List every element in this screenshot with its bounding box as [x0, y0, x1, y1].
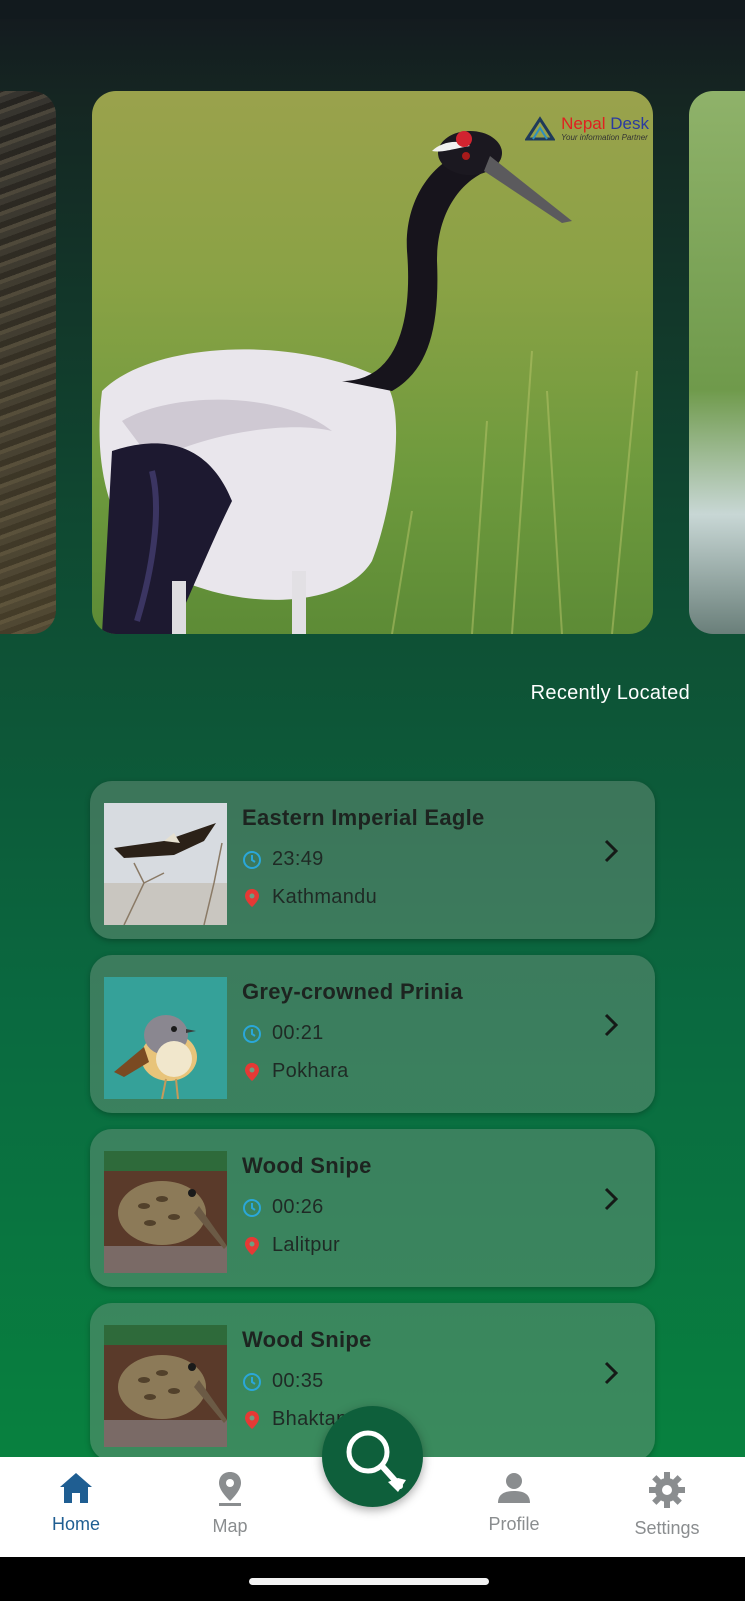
clock-icon [243, 1372, 261, 1391]
bird-thumbnail [104, 1325, 227, 1447]
bird-name: Wood Snipe [242, 1327, 372, 1352]
watermark-logo-icon [525, 116, 556, 141]
location-pin-icon [245, 1062, 259, 1081]
map-pin-icon [219, 1472, 241, 1506]
time-row: 00:26 [242, 1196, 324, 1219]
person-icon [498, 1473, 530, 1503]
bird-thumbnail [104, 803, 227, 925]
location-row: Kathmandu [242, 886, 377, 909]
location-row: Pokhara [242, 1060, 349, 1083]
nav-item-profile[interactable]: Profile [454, 1471, 574, 1535]
gear-icon [649, 1472, 685, 1508]
chevron-right-icon[interactable] [597, 1011, 625, 1039]
carousel-card-next[interactable] [689, 91, 745, 634]
time-row: 23:49 [242, 848, 324, 871]
list-item[interactable]: Grey-crowned Prinia 00:21 Pokhara [90, 955, 655, 1113]
located-time: 00:26 [272, 1196, 324, 1218]
location-pin-icon [245, 1236, 259, 1255]
bird-thumbnail [104, 1151, 227, 1273]
home-indicator[interactable] [249, 1578, 489, 1585]
list-item[interactable]: Wood Snipe 00:26 Lalitpur [90, 1129, 655, 1287]
clock-icon [243, 850, 261, 869]
nav-item-settings[interactable]: Settings [607, 1471, 727, 1539]
located-place: Lalitpur [272, 1234, 340, 1256]
time-row: 00:35 [242, 1370, 324, 1393]
located-time: 23:49 [272, 848, 324, 870]
watermark-brand-2: Desk [610, 114, 649, 133]
location-pin-icon [245, 1410, 259, 1429]
chevron-right-icon[interactable] [597, 1359, 625, 1387]
carousel-card-previous[interactable] [0, 91, 56, 634]
located-time: 00:21 [272, 1022, 324, 1044]
watermark-tagline: Your information Partner [561, 133, 648, 142]
list-item[interactable]: Eastern Imperial Eagle 23:49 Kathmandu [90, 781, 655, 939]
carousel-card-current[interactable]: Nepal Desk Your information Partner [92, 91, 653, 634]
clock-icon [243, 1024, 261, 1043]
nav-item-map[interactable]: Map [170, 1471, 290, 1537]
time-row: 00:21 [242, 1022, 324, 1045]
nav-label-map: Map [212, 1516, 248, 1536]
nav-item-home[interactable]: Home [16, 1471, 136, 1535]
clock-icon [243, 1198, 261, 1217]
status-bar [0, 0, 745, 19]
home-icon [60, 1473, 92, 1503]
nav-label-settings: Settings [634, 1518, 700, 1538]
bird-name: Grey-crowned Prinia [242, 979, 463, 1004]
location-pin-icon [245, 888, 259, 907]
watermark-brand-1: Nepal [561, 114, 606, 133]
located-place: Pokhara [272, 1060, 349, 1082]
search-fab-button[interactable] [322, 1406, 423, 1507]
bird-name: Wood Snipe [242, 1153, 372, 1178]
nav-label-home: Home [51, 1514, 100, 1534]
bird-thumbnail [104, 977, 227, 1099]
location-row: Lalitpur [242, 1234, 340, 1257]
bird-name: Eastern Imperial Eagle [242, 805, 485, 830]
located-place: Kathmandu [272, 886, 377, 908]
section-title: Recently Located [530, 682, 690, 704]
located-time: 00:35 [272, 1370, 324, 1392]
nav-label-profile: Profile [488, 1514, 540, 1534]
chevron-right-icon[interactable] [597, 837, 625, 865]
nepal-desk-watermark: Nepal Desk Your information Partner [525, 115, 649, 142]
chevron-right-icon[interactable] [597, 1185, 625, 1213]
crane-photo [92, 91, 653, 634]
search-icon [346, 1430, 406, 1492]
